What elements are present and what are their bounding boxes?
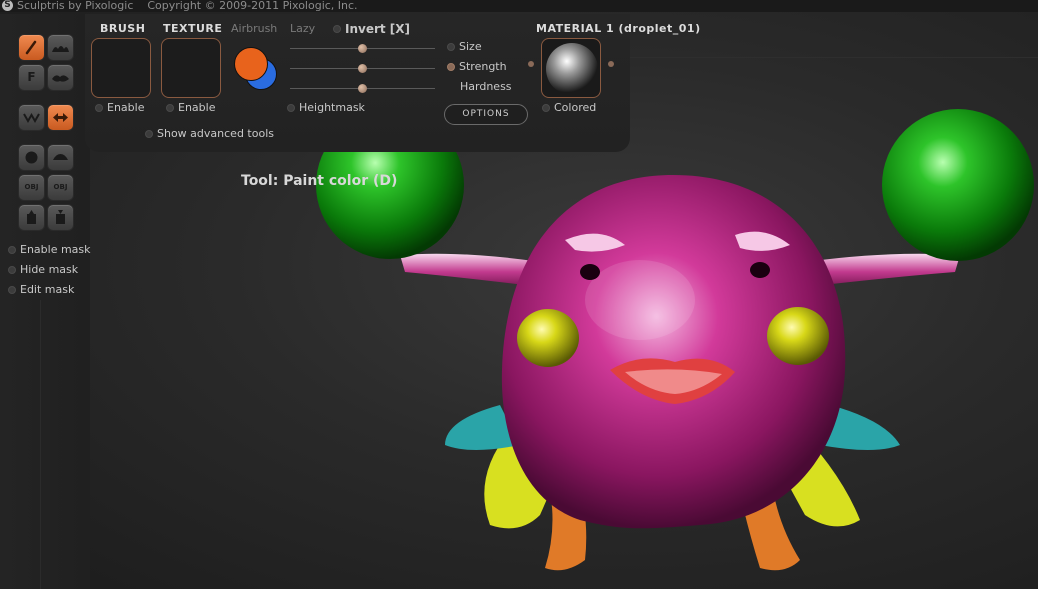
- size-slider-knob[interactable]: [358, 44, 367, 53]
- mask-lips-icon[interactable]: [47, 64, 74, 91]
- brush-alpha-slot[interactable]: [91, 38, 151, 98]
- tentacle-yellow-left: [484, 420, 575, 529]
- options-button[interactable]: OPTIONS: [444, 104, 528, 125]
- lips: [610, 358, 735, 404]
- material-next-arrow[interactable]: [608, 61, 614, 67]
- green-sphere-right: [882, 109, 1034, 261]
- divider-line: [40, 300, 41, 589]
- primary-color-swatch[interactable]: [234, 47, 268, 81]
- lazy-option[interactable]: Lazy: [290, 22, 315, 35]
- material-title: MATERIAL 1 (droplet_01): [536, 22, 701, 35]
- tentacle-cyan-left: [445, 405, 520, 450]
- colored-toggle[interactable]: Colored: [542, 101, 596, 114]
- sculptris-logo-icon: S: [2, 0, 13, 11]
- fill-icon[interactable]: F: [18, 64, 45, 91]
- arm-right: [780, 253, 960, 290]
- strength-label[interactable]: Strength: [447, 60, 507, 73]
- app-title: Sculptris by Pixologic: [17, 0, 134, 12]
- material-prev-arrow[interactable]: [528, 61, 534, 67]
- edit-mask-option[interactable]: Edit mask: [8, 283, 74, 296]
- hide-mask-option[interactable]: Hide mask: [8, 263, 78, 276]
- save-file-icon[interactable]: [47, 204, 74, 231]
- tentacle-yellow-right: [760, 420, 860, 527]
- sphere-icon[interactable]: [18, 144, 45, 171]
- material-preview[interactable]: [541, 38, 601, 98]
- arm-left: [400, 253, 565, 290]
- size-label[interactable]: Size: [447, 40, 482, 53]
- hardness-label: Hardness: [460, 80, 512, 93]
- divider-line: [610, 57, 1038, 58]
- enable-mask-option[interactable]: Enable mask: [8, 243, 91, 256]
- airbrush-option[interactable]: Airbrush: [231, 22, 277, 35]
- texture-slot[interactable]: [161, 38, 221, 98]
- tool-status-text: Tool: Paint color (D): [241, 173, 398, 189]
- texture-header: TEXTURE: [163, 22, 223, 35]
- tentacle-orange-right: [735, 470, 800, 571]
- texture-enable-toggle[interactable]: Enable: [166, 101, 215, 114]
- yellow-ear-right: [767, 307, 829, 365]
- paint-brush-icon[interactable]: [18, 34, 45, 61]
- tentacle-cyan-right: [820, 405, 900, 450]
- yellow-ear-left: [517, 309, 579, 367]
- left-tool-panel: [0, 14, 90, 589]
- brush-enable-toggle[interactable]: Enable: [95, 101, 144, 114]
- paint-bumps-icon[interactable]: [47, 34, 74, 61]
- heightmask-toggle[interactable]: Heightmask: [287, 101, 365, 114]
- title-bar: S Sculptris by Pixologic Copyright © 2009-…: [0, 0, 1038, 12]
- show-advanced-tools-toggle[interactable]: Show advanced tools: [145, 127, 274, 140]
- body: [501, 175, 846, 529]
- strength-slider-knob[interactable]: [358, 64, 367, 73]
- brush-header: BRUSH: [100, 22, 146, 35]
- invert-toggle[interactable]: Invert [X]: [333, 22, 410, 36]
- copyright-text: Copyright © 2009-2011 Pixologic, Inc.: [147, 0, 358, 12]
- symmetry-icon[interactable]: [18, 104, 45, 131]
- hardness-slider-knob[interactable]: [358, 84, 367, 93]
- export-obj-icon[interactable]: OBJ: [47, 174, 74, 201]
- arrows-horizontal-icon[interactable]: [47, 104, 74, 131]
- tentacle-orange-left: [545, 470, 587, 571]
- flat-plane-icon[interactable]: [47, 144, 74, 171]
- import-obj-icon[interactable]: OBJ: [18, 174, 45, 201]
- open-file-icon[interactable]: [18, 204, 45, 231]
